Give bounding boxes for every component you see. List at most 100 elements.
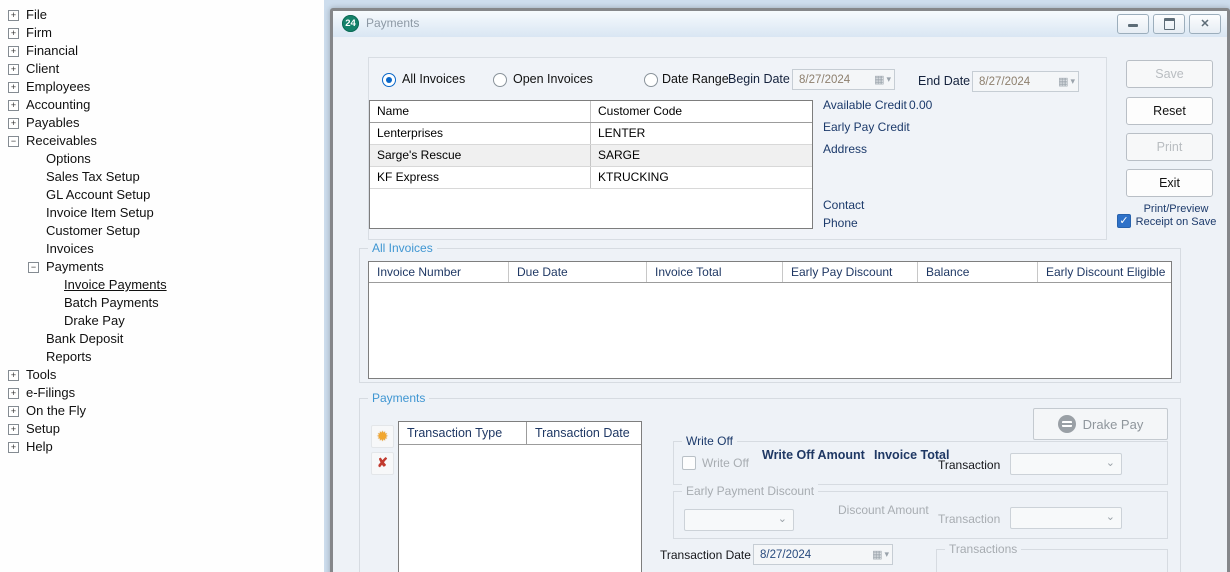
expand-icon[interactable]: + xyxy=(8,406,19,417)
collapse-icon[interactable]: − xyxy=(28,262,39,273)
dropdown-arrow-icon[interactable]: ▾ xyxy=(884,549,889,560)
drake-pay-button[interactable]: Drake Pay xyxy=(1033,408,1168,440)
tree-item-batch-payments[interactable]: Batch Payments xyxy=(0,294,324,312)
begin-date-label: Begin Date xyxy=(728,72,790,86)
column-due-date[interactable]: Due Date xyxy=(509,262,647,282)
receipt-on-save-checkbox[interactable]: ✓ xyxy=(1117,214,1131,228)
discount-transaction-label: Transaction xyxy=(938,512,1001,526)
column-transaction-date[interactable]: Transaction Date xyxy=(527,422,630,444)
new-starburst-icon: ✹ xyxy=(376,428,389,444)
column-balance[interactable]: Balance xyxy=(918,262,1038,282)
tree-item-drake-pay[interactable]: Drake Pay xyxy=(0,312,324,330)
delete-payment-button[interactable]: ✘ xyxy=(371,452,394,475)
collapse-icon[interactable]: − xyxy=(8,136,19,147)
dropdown-arrow-icon[interactable]: ▾ xyxy=(886,74,891,85)
tree-item-invoice-item-setup[interactable]: Invoice Item Setup xyxy=(0,204,324,222)
all-invoices-group: All Invoices Invoice Number Due Date Inv… xyxy=(359,241,1181,383)
exit-button[interactable]: Exit xyxy=(1126,169,1213,197)
early-pay-credit-label: Early Pay Credit xyxy=(823,120,910,134)
expand-icon[interactable]: + xyxy=(8,82,19,93)
expand-icon[interactable]: + xyxy=(8,46,19,57)
expand-icon[interactable]: + xyxy=(8,10,19,21)
close-button[interactable]: ✕ xyxy=(1189,14,1221,34)
tree-item-financial[interactable]: + Financial xyxy=(0,42,324,60)
expand-icon[interactable]: + xyxy=(8,388,19,399)
tree-item-options[interactable]: Options xyxy=(0,150,324,168)
column-early-pay-discount[interactable]: Early Pay Discount xyxy=(783,262,918,282)
expand-icon[interactable]: + xyxy=(8,442,19,453)
expand-icon[interactable]: + xyxy=(8,100,19,111)
table-row[interactable]: KF Express KTRUCKING xyxy=(370,167,812,189)
tree-item-firm[interactable]: + Firm xyxy=(0,24,324,42)
expand-icon[interactable]: + xyxy=(8,424,19,435)
app-badge-icon: 24 xyxy=(342,15,359,32)
write-off-checkbox[interactable] xyxy=(682,456,696,470)
transaction-date-field[interactable]: 8/27/2024 ▦ ▾ xyxy=(753,544,893,565)
radio-all-invoices-label: All Invoices xyxy=(402,72,466,86)
all-invoices-table: Invoice Number Due Date Invoice Total Ea… xyxy=(368,261,1172,379)
expand-icon[interactable]: + xyxy=(8,28,19,39)
tree-item-bank-deposit[interactable]: Bank Deposit xyxy=(0,330,324,348)
write-off-group: Write Off Write Off Write Off Amount Inv… xyxy=(673,434,1168,485)
save-button[interactable]: Save xyxy=(1126,60,1213,88)
tree-item-receivables[interactable]: − Receivables xyxy=(0,132,324,150)
column-invoice-total[interactable]: Invoice Total xyxy=(647,262,783,282)
tree-item-customer-setup[interactable]: Customer Setup xyxy=(0,222,324,240)
table-row[interactable]: Sarge's Rescue SARGE xyxy=(370,145,812,167)
reset-button[interactable]: Reset xyxy=(1126,97,1213,125)
tree-item-setup[interactable]: + Setup xyxy=(0,420,324,438)
table-row[interactable]: Lenterprises LENTER xyxy=(370,123,812,145)
all-invoices-group-title: All Invoices xyxy=(368,241,437,255)
maximize-button[interactable] xyxy=(1153,14,1185,34)
write-off-transaction-dropdown[interactable]: ⌄ xyxy=(1010,453,1122,475)
radio-open-invoices-label: Open Invoices xyxy=(513,72,593,86)
customer-table-header[interactable]: Name Customer Code xyxy=(370,101,812,123)
new-payment-button[interactable]: ✹ xyxy=(371,425,394,448)
tree-item-invoices[interactable]: Invoices xyxy=(0,240,324,258)
tree-item-file[interactable]: + File xyxy=(0,6,324,24)
expand-icon[interactable]: + xyxy=(8,118,19,129)
early-discount-dropdown[interactable]: ⌄ xyxy=(684,509,794,531)
customer-table: Name Customer Code Lenterprises LENTER S… xyxy=(369,100,813,229)
end-date-field[interactable]: 8/27/2024 ▦ ▾ xyxy=(972,71,1079,92)
discount-transaction-dropdown[interactable]: ⌄ xyxy=(1010,507,1122,529)
available-credit-value: 0.00 xyxy=(909,98,933,112)
tree-item-client[interactable]: + Client xyxy=(0,60,324,78)
radio-date-range[interactable] xyxy=(644,73,658,87)
tree-item-help[interactable]: + Help xyxy=(0,438,324,456)
phone-label: Phone xyxy=(823,216,858,230)
tree-item-on-the-fly[interactable]: + On the Fly xyxy=(0,402,324,420)
tree-item-payments[interactable]: − Payments xyxy=(0,258,324,276)
radio-open-invoices[interactable] xyxy=(493,73,507,87)
column-invoice-number[interactable]: Invoice Number xyxy=(369,262,509,282)
write-off-amount-label: Write Off Amount xyxy=(762,448,865,462)
column-early-discount-eligible[interactable]: Early Discount Eligible xyxy=(1038,262,1171,282)
chevron-down-icon: ⌄ xyxy=(1105,457,1115,469)
tree-item-gl-account-setup[interactable]: GL Account Setup xyxy=(0,186,324,204)
tree-item-accounting[interactable]: + Accounting xyxy=(0,96,324,114)
radio-all-invoices[interactable] xyxy=(382,73,396,87)
begin-date-field[interactable]: 8/27/2024 ▦ ▾ xyxy=(792,69,895,90)
dialog-titlebar[interactable]: 24 Payments ✕ xyxy=(333,11,1227,38)
expand-icon[interactable]: + xyxy=(8,370,19,381)
tree-item-sales-tax-setup[interactable]: Sales Tax Setup xyxy=(0,168,324,186)
tree-item-employees[interactable]: + Employees xyxy=(0,78,324,96)
tree-item-e-filings[interactable]: + e-Filings xyxy=(0,384,324,402)
column-customer-code[interactable]: Customer Code xyxy=(591,101,812,122)
payment-transactions-header[interactable]: Transaction Type Transaction Date xyxy=(399,422,641,445)
print-button[interactable]: Print xyxy=(1126,133,1213,161)
tree-item-tools[interactable]: + Tools xyxy=(0,366,324,384)
tree-item-reports[interactable]: Reports xyxy=(0,348,324,366)
column-name[interactable]: Name xyxy=(370,101,591,122)
tree-item-payables[interactable]: + Payables xyxy=(0,114,324,132)
minimize-button[interactable] xyxy=(1117,14,1149,34)
discount-amount-label: Discount Amount xyxy=(838,503,929,517)
write-off-checkbox-label: Write Off xyxy=(702,456,749,470)
write-off-transaction-label: Transaction xyxy=(938,458,1001,472)
write-off-group-title: Write Off xyxy=(682,434,737,448)
column-transaction-type[interactable]: Transaction Type xyxy=(399,422,527,444)
tree-item-invoice-payments[interactable]: Invoice Payments xyxy=(0,276,324,294)
all-invoices-table-header[interactable]: Invoice Number Due Date Invoice Total Ea… xyxy=(369,262,1171,283)
expand-icon[interactable]: + xyxy=(8,64,19,75)
dropdown-arrow-icon[interactable]: ▾ xyxy=(1070,76,1075,87)
